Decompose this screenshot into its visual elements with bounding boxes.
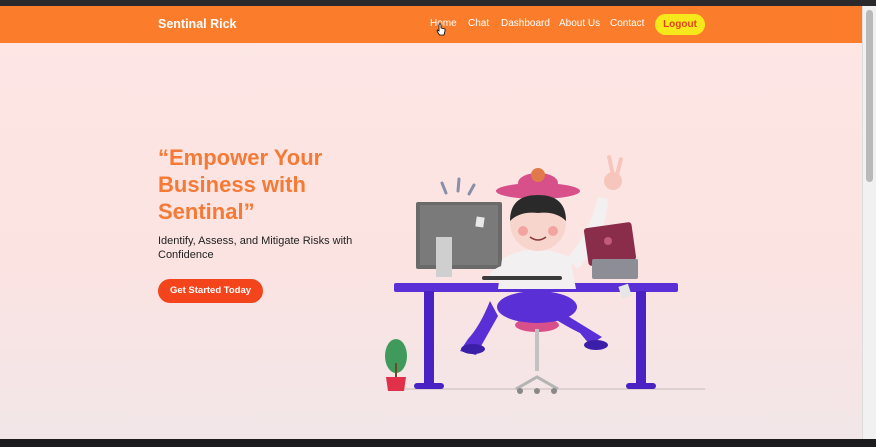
- hero-title: “Empower Your Business with Sentinal”: [158, 145, 323, 224]
- nav-link-chat[interactable]: Chat: [468, 18, 489, 29]
- page-scrollbar[interactable]: [862, 6, 876, 439]
- hero-illustration: [385, 155, 705, 394]
- nav-link-dashboard[interactable]: Dashboard: [501, 18, 550, 29]
- hero-subtitle: Identify, Assess, and Mitigate Risks wit…: [158, 235, 353, 261]
- logout-button[interactable]: Logout: [655, 14, 705, 35]
- monitor-icon: [416, 202, 502, 277]
- plant-icon: [385, 339, 407, 391]
- navbar: Sentinal Rick Home Chat Dashboard About …: [0, 6, 862, 43]
- get-started-button[interactable]: Get Started Today: [158, 279, 263, 303]
- brand-logo[interactable]: Sentinal Rick: [158, 17, 237, 31]
- browser-bottom-strip: [0, 439, 876, 447]
- nav-link-contact[interactable]: Contact: [610, 18, 644, 29]
- nav-link-about-us[interactable]: About Us: [559, 18, 600, 29]
- hand-pointer-icon: [436, 23, 446, 36]
- scrollbar-thumb[interactable]: [866, 10, 873, 182]
- page-viewport: Sentinal Rick Home Chat Dashboard About …: [0, 6, 862, 439]
